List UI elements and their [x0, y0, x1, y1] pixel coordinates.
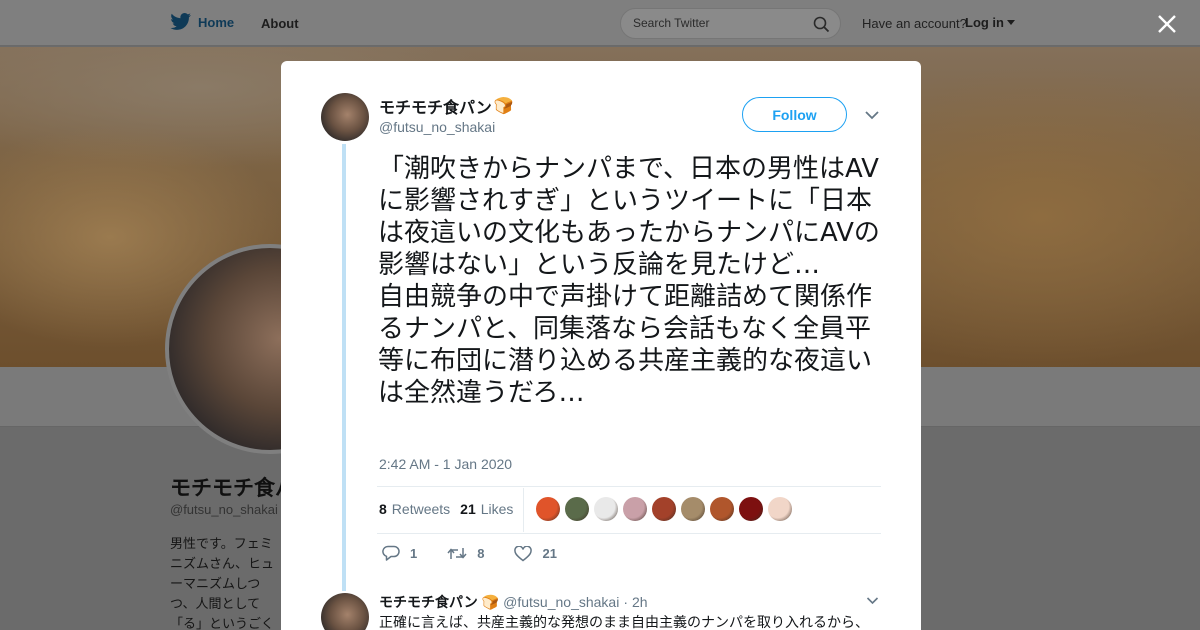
bread-emoji-icon: 🍞 [493, 98, 514, 115]
follow-button[interactable]: Follow [742, 97, 847, 132]
divider [377, 533, 881, 534]
liker-avatar[interactable] [681, 497, 705, 521]
author-name[interactable]: モチモチ食パン 🍞 [379, 94, 514, 118]
liker-avatar[interactable] [739, 497, 763, 521]
retweets-stat[interactable]: 8 Retweets [379, 501, 450, 517]
retweet-count: 8 [477, 546, 485, 561]
reply-header: モチモチ食パン 🍞 @futsu_no_shakai · 2h [379, 592, 648, 612]
reply-time[interactable]: 2h [632, 594, 648, 610]
reply-icon [382, 545, 400, 561]
reply-author-handle[interactable]: @futsu_no_shakai [503, 594, 619, 610]
reply-text: 正確に言えば、共産主義的な発想のまま自由主義のナンパを取り入れるから、 [379, 614, 869, 630]
like-action[interactable]: 21 [514, 545, 557, 562]
profile-bio: 男性です。フェミニズムさん、ヒューマニズムしつつ、人間として「る」というごく普ま… [170, 536, 275, 630]
reply-author-name[interactable]: モチモチ食パン [379, 592, 478, 612]
search-box[interactable] [620, 8, 841, 39]
twitter-bird-icon [170, 13, 191, 30]
login-button[interactable]: Log in [965, 15, 1015, 30]
liker-avatar[interactable] [623, 497, 647, 521]
search-input[interactable] [633, 16, 803, 30]
retweet-icon [447, 548, 467, 559]
like-count: 21 [542, 546, 557, 561]
tweet-modal: モチモチ食パン 🍞 @futsu_no_shakai Follow 「潮吹きから… [281, 61, 921, 630]
retweet-action[interactable]: 8 [447, 546, 484, 561]
retweets-label: Retweets [391, 501, 451, 517]
tweet-text: 「潮吹きからナンパまで、日本の男性はAVに影響されすぎ」というツイートに「日本は… [378, 154, 880, 408]
likes-stat[interactable]: 21 Likes [460, 501, 513, 517]
likes-label: Likes [480, 501, 514, 517]
tweet-timestamp[interactable]: 2:42 AM - 1 Jan 2020 [379, 456, 512, 472]
login-label: Log in [965, 15, 1004, 30]
liker-avatar[interactable] [536, 497, 560, 521]
thread-connector-line [342, 144, 346, 591]
close-icon[interactable] [1156, 13, 1178, 35]
reply-separator-dot: · [623, 594, 628, 610]
have-account-text: Have an account? [862, 16, 967, 31]
heart-icon [514, 545, 533, 561]
divider [377, 486, 881, 487]
profile-handle: @futsu_no_shakai [170, 502, 278, 517]
bread-emoji-icon: 🍞 [481, 593, 500, 610]
tweet-actions: 1 8 21 [382, 545, 587, 562]
liker-avatars [536, 497, 792, 521]
liker-avatar[interactable] [565, 497, 589, 521]
nav-home-label: Home [198, 14, 235, 30]
likes-count: 21 [460, 501, 476, 517]
chevron-down-icon[interactable] [866, 596, 879, 605]
retweets-count: 8 [379, 501, 387, 517]
search-icon[interactable] [813, 16, 830, 33]
nav-about-link[interactable]: About [261, 16, 299, 31]
tweet-stats: 8 Retweets 21 Likes [379, 501, 513, 517]
author-avatar[interactable] [321, 93, 369, 141]
nav-home-link[interactable]: Home [170, 13, 234, 31]
reply-author-avatar[interactable] [321, 593, 369, 630]
chevron-down-icon[interactable] [864, 109, 880, 121]
liker-avatar[interactable] [594, 497, 618, 521]
liker-avatar[interactable] [710, 497, 734, 521]
reply-action[interactable]: 1 [382, 545, 417, 562]
author-name-text: モチモチ食パン [379, 100, 492, 117]
reply-count: 1 [410, 546, 418, 561]
liker-avatar[interactable] [768, 497, 792, 521]
top-navigation-bar: Home About Have an account? Log in [0, 0, 1200, 46]
stats-separator [523, 488, 524, 532]
liker-avatar[interactable] [652, 497, 676, 521]
caret-down-icon [1007, 20, 1015, 25]
author-handle[interactable]: @futsu_no_shakai [379, 119, 495, 135]
